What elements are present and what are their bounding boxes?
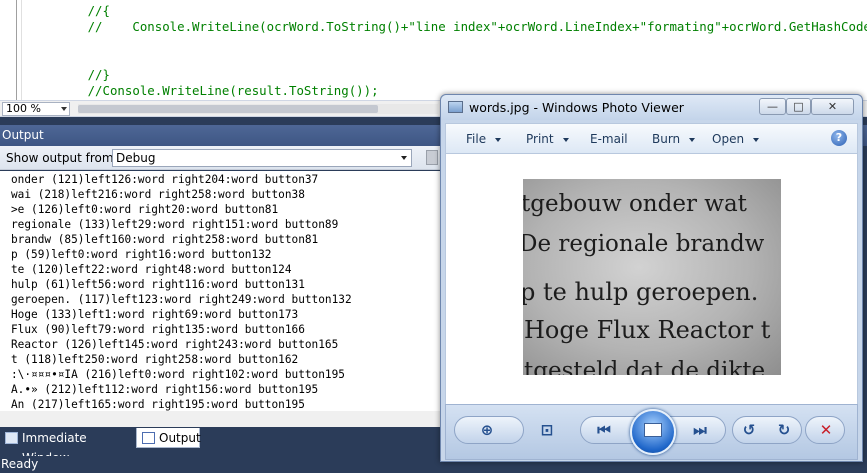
tab-label: Output	[159, 431, 201, 445]
find-message-icon[interactable]	[426, 150, 438, 165]
close-icon: ✕	[827, 100, 838, 113]
output-text-area[interactable]: onder (121)left126:word right204:word bu…	[0, 171, 440, 411]
tab-immediate-window[interactable]: Immediate Window	[0, 428, 133, 465]
photo-text-line: tgebouw onder wat	[523, 191, 747, 217]
tool-window-tabs: Immediate Window Output	[0, 427, 440, 465]
code-line: //Console.WriteLine(result.ToString());	[13, 83, 379, 98]
delete-icon[interactable]: ✕	[815, 420, 837, 440]
zoom-icon[interactable]: ⊕	[476, 420, 498, 440]
minimize-icon: —	[767, 100, 778, 113]
menu-file[interactable]: File	[466, 132, 502, 146]
output-line: hulp (61)left56:word right116:word butto…	[11, 278, 305, 291]
viewer-menu-bar: File Print E-mail Burn Open ?	[445, 123, 858, 154]
slideshow-icon	[644, 423, 662, 437]
rotate-counterclockwise-icon[interactable]: ↺	[738, 420, 760, 440]
code-line: //}	[13, 67, 110, 82]
output-source-value: Debug	[116, 151, 156, 165]
output-source-select[interactable]: Debug	[112, 149, 412, 167]
output-line: An (217)left165:word right195:word butto…	[11, 398, 305, 411]
photo-text-line: De regionale brandw	[523, 231, 765, 257]
viewer-controls-bar: ⊕ ⊡ ⏮ ⏭ ↺ ↻ ✕	[445, 404, 858, 460]
chevron-down-icon	[401, 156, 407, 160]
output-line: onder (121)left126:word right204:word bu…	[11, 173, 319, 186]
output-line: brandw (85)left160:word right258:word bu…	[11, 233, 319, 246]
close-button[interactable]: ✕	[811, 98, 854, 115]
menu-label: File	[466, 132, 487, 146]
output-line: :\·¤¤¤•¤IA (216)left0:word right102:word…	[11, 368, 345, 381]
menu-print[interactable]: Print	[526, 132, 569, 146]
chevron-down-icon	[689, 137, 696, 142]
rotate-clockwise-icon[interactable]: ↻	[773, 420, 795, 440]
output-window-icon	[142, 432, 155, 444]
zoom-level-combo[interactable]: 100 %	[2, 102, 70, 116]
viewer-title-bar[interactable]: words.jpg - Windows Photo Viewer — □ ✕	[441, 95, 862, 120]
chevron-down-icon	[61, 107, 67, 111]
output-toolbar: Show output from: Debug	[0, 146, 440, 170]
actual-size-icon[interactable]: ⊡	[536, 420, 558, 440]
menu-email[interactable]: E-mail	[590, 132, 628, 146]
menu-open[interactable]: Open	[712, 132, 760, 146]
output-pane-title: Output	[2, 128, 44, 142]
maximize-icon: □	[793, 100, 804, 113]
output-horizontal-scrollbar[interactable]	[0, 411, 440, 427]
menu-label: Open	[712, 132, 745, 146]
photo-viewer-window: words.jpg - Windows Photo Viewer — □ ✕ F…	[440, 94, 863, 462]
photo-text-line: tgesteld dat de dikte	[524, 358, 766, 375]
minimize-button[interactable]: —	[759, 98, 786, 115]
horizontal-scrollbar[interactable]	[78, 104, 438, 114]
chevron-down-icon	[753, 137, 760, 142]
output-line: Hoge (133)left1:word right69:word button…	[11, 308, 299, 321]
output-line: te (120)left22:word right48:word button1…	[11, 263, 292, 276]
output-line: >e (126)left0:word right20:word button81	[11, 203, 279, 216]
photo-text-line: Hoge Flux Reactor t	[524, 316, 771, 344]
output-line: p (59)left0:word right16:word button132	[11, 248, 272, 261]
previous-icon[interactable]: ⏮	[593, 420, 615, 440]
slideshow-button[interactable]	[630, 409, 676, 455]
scrollbar-thumb[interactable]	[78, 105, 378, 113]
output-line: A.•» (212)left112:word right156:word but…	[11, 383, 319, 396]
chevron-down-icon	[495, 137, 502, 142]
output-line: wai (218)left216:word right258:word butt…	[11, 188, 305, 201]
output-line: Flux (90)left79:word right135:word butto…	[11, 323, 305, 336]
immediate-window-icon	[5, 432, 18, 444]
output-line: t (118)left250:word right258:word button…	[11, 353, 299, 366]
tab-output[interactable]: Output	[136, 428, 201, 448]
photo-canvas[interactable]: tgebouw onder wat De regionale brandw p …	[445, 154, 858, 404]
code-line: // Console.WriteLine(ocrWord.ToString()+…	[13, 19, 867, 34]
help-icon[interactable]: ?	[831, 130, 847, 146]
output-line: regionale (133)left29:word right151:word…	[11, 218, 339, 231]
zoom-level-value: 100 %	[6, 102, 41, 115]
photo-text-line: p te hulp geroepen.	[523, 278, 759, 306]
menu-label: Print	[526, 132, 554, 146]
next-icon[interactable]: ⏭	[689, 420, 711, 440]
viewer-title: words.jpg - Windows Photo Viewer	[469, 100, 684, 115]
show-output-from-label: Show output from:	[6, 151, 118, 165]
menu-label: E-mail	[590, 132, 628, 146]
output-line: geroepen. (117)left123:word right249:wor…	[11, 293, 352, 306]
photo-image: tgebouw onder wat De regionale brandw p …	[523, 179, 781, 375]
maximize-button[interactable]: □	[786, 98, 811, 115]
code-line: //{	[13, 3, 110, 18]
chevron-down-icon	[562, 137, 569, 142]
photo-viewer-icon	[448, 101, 463, 113]
code-editor[interactable]: //{ // Console.WriteLine(ocrWord.ToStrin…	[0, 0, 867, 100]
status-text: Ready	[1, 457, 39, 471]
menu-burn[interactable]: Burn	[652, 132, 696, 146]
menu-label: Burn	[652, 132, 681, 146]
output-line: Reactor (126)left145:word right243:word …	[11, 338, 339, 351]
